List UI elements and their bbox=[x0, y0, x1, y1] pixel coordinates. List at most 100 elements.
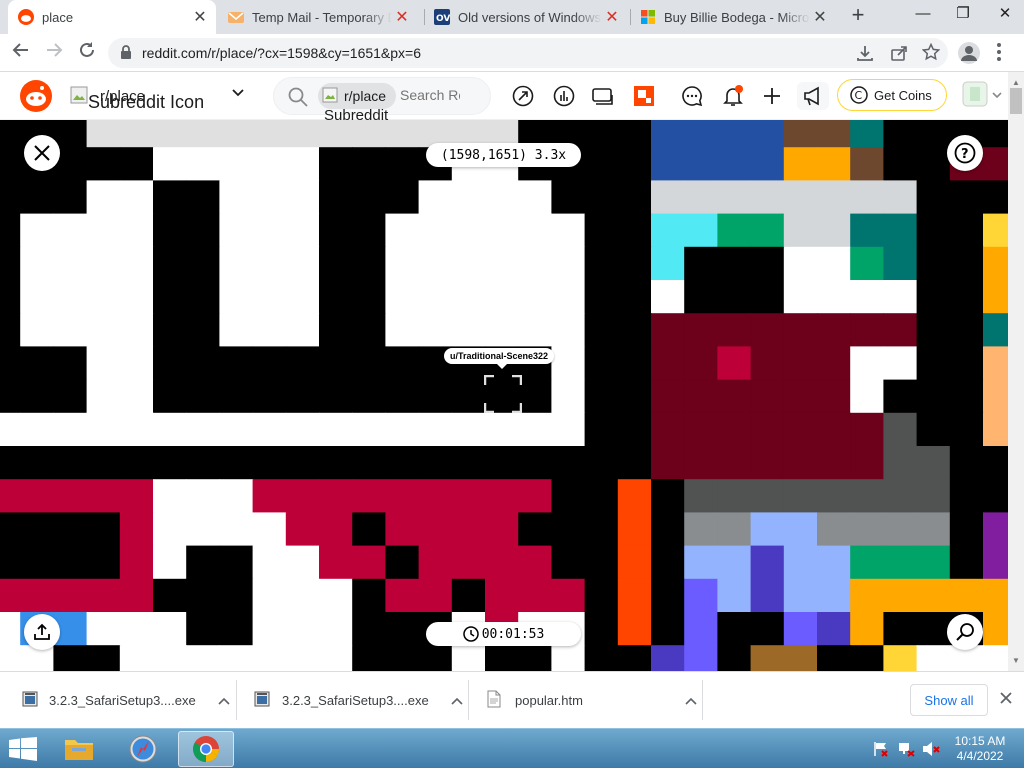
canvas-pixel[interactable] bbox=[219, 578, 254, 613]
canvas-pixel[interactable] bbox=[0, 512, 21, 547]
canvas-pixel[interactable] bbox=[617, 120, 652, 148]
chevron-up-icon[interactable] bbox=[218, 693, 230, 708]
canvas-pixel[interactable] bbox=[783, 645, 818, 671]
canvas-pixel[interactable] bbox=[485, 246, 519, 281]
canvas-pixel[interactable] bbox=[0, 412, 21, 447]
canvas-pixel[interactable] bbox=[252, 612, 287, 646]
canvas-pixel[interactable] bbox=[451, 479, 486, 513]
canvas-pixel[interactable] bbox=[119, 578, 154, 613]
canvas-pixel[interactable] bbox=[584, 379, 619, 414]
canvas-pixel[interactable] bbox=[285, 213, 320, 248]
canvas-pixel[interactable] bbox=[119, 346, 154, 381]
tab-microsoft[interactable]: Buy Billie Bodega - Microsoft ✕ bbox=[630, 0, 836, 34]
canvas-pixel[interactable] bbox=[584, 645, 619, 671]
canvas-pixel[interactable] bbox=[385, 280, 420, 314]
canvas-pixel[interactable] bbox=[20, 412, 54, 447]
close-tab-icon[interactable]: ✕ bbox=[602, 7, 622, 27]
canvas-pixel[interactable] bbox=[418, 180, 453, 215]
download-icon[interactable] bbox=[856, 44, 874, 67]
canvas-pixel[interactable] bbox=[352, 446, 386, 480]
canvas-pixel[interactable] bbox=[219, 545, 254, 580]
canvas-pixel[interactable] bbox=[783, 612, 818, 646]
canvas-pixel[interactable] bbox=[285, 645, 320, 671]
canvas-pixel[interactable] bbox=[750, 180, 785, 215]
canvas-pixel[interactable] bbox=[485, 545, 519, 580]
canvas-pixel[interactable] bbox=[418, 213, 453, 248]
canvas-pixel[interactable] bbox=[285, 280, 320, 314]
canvas-pixel[interactable] bbox=[551, 479, 586, 513]
canvas-pixel[interactable] bbox=[850, 280, 884, 314]
canvas-pixel[interactable] bbox=[86, 379, 121, 414]
coins-icon[interactable] bbox=[589, 82, 617, 110]
canvas-pixel[interactable] bbox=[53, 180, 88, 215]
canvas-pixel[interactable] bbox=[783, 180, 818, 215]
canvas-pixel[interactable] bbox=[684, 446, 718, 480]
canvas-pixel[interactable] bbox=[916, 280, 951, 314]
canvas-pixel[interactable] bbox=[949, 479, 984, 513]
canvas-pixel[interactable] bbox=[651, 246, 685, 281]
canvas-pixel[interactable] bbox=[451, 313, 486, 347]
canvas-pixel[interactable] bbox=[352, 578, 386, 613]
canvas-pixel[interactable] bbox=[319, 346, 353, 381]
canvas-pixel[interactable] bbox=[285, 512, 320, 547]
canvas-pixel[interactable] bbox=[20, 213, 54, 248]
canvas-pixel[interactable] bbox=[717, 645, 752, 671]
canvas-pixel[interactable] bbox=[352, 313, 386, 347]
canvas-pixel[interactable] bbox=[153, 612, 187, 646]
canvas-pixel[interactable] bbox=[883, 313, 918, 347]
canvas-pixel[interactable] bbox=[119, 379, 154, 414]
canvas-pixel[interactable] bbox=[617, 313, 652, 347]
canvas-pixel[interactable] bbox=[252, 147, 287, 181]
canvas-pixel[interactable] bbox=[119, 512, 154, 547]
canvas-pixel[interactable] bbox=[750, 512, 785, 547]
canvas-pixel[interactable] bbox=[883, 246, 918, 281]
canvas-pixel[interactable] bbox=[518, 180, 552, 215]
canvas-pixel[interactable] bbox=[983, 180, 1008, 215]
canvas-pixel[interactable] bbox=[86, 180, 121, 215]
canvas-pixel[interactable] bbox=[53, 313, 88, 347]
canvas-pixel[interactable] bbox=[850, 645, 884, 671]
canvas-pixel[interactable] bbox=[153, 545, 187, 580]
canvas-pixel[interactable] bbox=[252, 545, 287, 580]
advertise-megaphone-icon[interactable] bbox=[797, 82, 829, 110]
canvas-pixel[interactable] bbox=[219, 346, 254, 381]
canvas-pixel[interactable] bbox=[684, 479, 718, 513]
canvas-pixel[interactable] bbox=[186, 313, 220, 347]
canvas-pixel[interactable] bbox=[916, 578, 951, 613]
canvas-pixel[interactable] bbox=[750, 147, 785, 181]
canvas-pixel[interactable] bbox=[617, 346, 652, 381]
system-clock[interactable]: 10:15 AM 4/4/2022 bbox=[950, 734, 1010, 764]
canvas-pixel[interactable] bbox=[883, 545, 918, 580]
canvas-pixel[interactable] bbox=[119, 147, 154, 181]
scroll-up-arrow[interactable]: ▲ bbox=[1012, 78, 1020, 87]
canvas-pixel[interactable] bbox=[817, 147, 851, 181]
canvas-pixel[interactable] bbox=[485, 479, 519, 513]
canvas-pixel[interactable] bbox=[319, 280, 353, 314]
canvas-pixel[interactable] bbox=[86, 578, 121, 613]
canvas-pixel[interactable] bbox=[385, 147, 420, 181]
canvas-pixel[interactable] bbox=[319, 213, 353, 248]
bookmark-star-icon[interactable] bbox=[921, 42, 941, 66]
canvas-pixel[interactable] bbox=[551, 512, 586, 547]
canvas-pixel[interactable] bbox=[750, 412, 785, 447]
canvas-pixel[interactable] bbox=[451, 545, 486, 580]
canvas-pixel[interactable] bbox=[352, 280, 386, 314]
canvas-pixel[interactable] bbox=[684, 512, 718, 547]
canvas-pixel[interactable] bbox=[617, 147, 652, 181]
canvas-pixel[interactable] bbox=[750, 280, 785, 314]
canvas-pixel[interactable] bbox=[783, 213, 818, 248]
chat-icon[interactable] bbox=[678, 82, 706, 110]
canvas-pixel[interactable] bbox=[783, 379, 818, 414]
canvas-pixel[interactable] bbox=[717, 280, 752, 314]
canvas-pixel[interactable] bbox=[186, 612, 220, 646]
canvas-pixel[interactable] bbox=[617, 578, 652, 613]
canvas-pixel[interactable] bbox=[883, 213, 918, 248]
canvas-pixel[interactable] bbox=[949, 578, 984, 613]
canvas-pixel[interactable] bbox=[319, 180, 353, 215]
canvas-pixel[interactable] bbox=[817, 120, 851, 148]
canvas-pixel[interactable] bbox=[319, 147, 353, 181]
canvas-pixel[interactable] bbox=[817, 545, 851, 580]
canvas-pixel[interactable] bbox=[916, 180, 951, 215]
chrome-taskbar-button[interactable] bbox=[178, 731, 234, 767]
canvas-pixel[interactable] bbox=[252, 346, 287, 381]
